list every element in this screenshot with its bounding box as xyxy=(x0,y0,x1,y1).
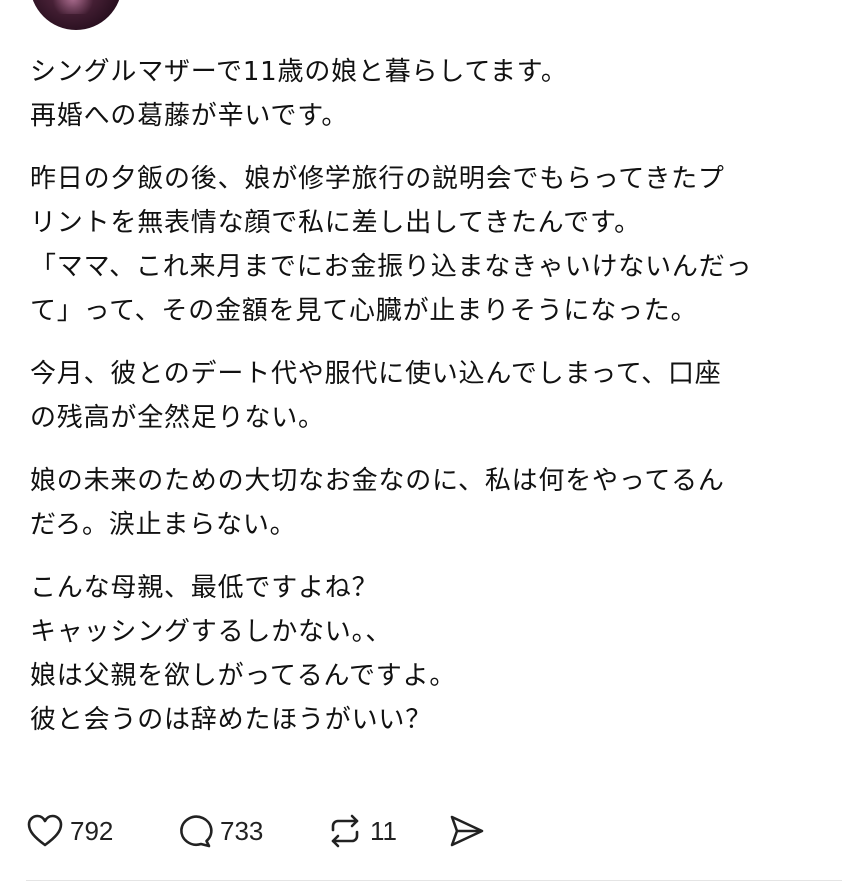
post-line: 再婚への葛藤が辛いです。 xyxy=(30,101,349,131)
post-paragraph: こんな母親、最低ですよね？ キャッシングするしかない。、 娘は父親を欲しがってる… xyxy=(30,566,830,742)
post-line: 今月、彼とのデート代や服代に使い込んでしまって、口座 xyxy=(30,359,722,389)
send-icon xyxy=(450,815,484,847)
reply-button[interactable]: 733 xyxy=(176,813,326,849)
post-line: だろ。涙止まらない。 xyxy=(30,510,297,540)
post-paragraph: 昨日の夕飯の後、娘が修学旅行の説明会でもらってきたプ リントを無表情な顔で私に差… xyxy=(30,157,830,333)
repost-count: 11 xyxy=(370,815,397,846)
post-paragraph: シングルマザーで11歳の娘と暮らしてます。 再婚への葛藤が辛いです。 xyxy=(30,50,830,138)
post-line: シングルマザーで11歳の娘と暮らしてます。 xyxy=(30,57,568,87)
share-button[interactable] xyxy=(448,813,486,849)
post-line: 娘は父親を欲しがってるんですよ。 xyxy=(30,661,457,691)
post-paragraph: 今月、彼とのデート代や服代に使い込んでしまって、口座 の残高が全然足りない。 xyxy=(30,352,830,440)
post-line: キャッシングするしかない。、 xyxy=(30,617,393,647)
post-line: 娘の未来のための大切なお金なのに、私は何をやってるん xyxy=(30,466,725,496)
post-line: 昨日の夕飯の後、娘が修学旅行の説明会でもらってきたプ xyxy=(30,164,725,194)
divider xyxy=(26,880,842,881)
post-line: こんな母親、最低ですよね？ xyxy=(30,573,379,603)
post-line: て」って、その金額を見て心臓が止まりそうになった。 xyxy=(30,296,698,326)
comment-bubble-icon xyxy=(180,815,213,848)
post-actions-bar: 792 733 11 xyxy=(26,808,486,854)
avatar[interactable] xyxy=(30,0,122,30)
repost-button[interactable]: 11 xyxy=(326,813,448,849)
like-button[interactable]: 792 xyxy=(26,813,176,849)
heart-icon xyxy=(27,814,63,847)
post-line: 「ママ、これ来月までにお金振り込まなきゃいけないんだっ xyxy=(30,252,753,282)
post-body: シングルマザーで11歳の娘と暮らしてます。 再婚への葛藤が辛いです。 昨日の夕飯… xyxy=(30,50,830,742)
like-count: 792 xyxy=(70,815,114,846)
reply-count: 733 xyxy=(220,815,264,846)
post-line: リントを無表情な顔で私に差し出してきたんです。 xyxy=(30,208,641,238)
post-line: の残高が全然足りない。 xyxy=(30,403,325,433)
repost-icon xyxy=(331,814,359,848)
post-paragraph: 娘の未来のための大切なお金なのに、私は何をやってるん だろ。涙止まらない。 xyxy=(30,459,830,547)
post-line: 彼と会うのは辞めたほうがいい？ xyxy=(30,705,433,735)
